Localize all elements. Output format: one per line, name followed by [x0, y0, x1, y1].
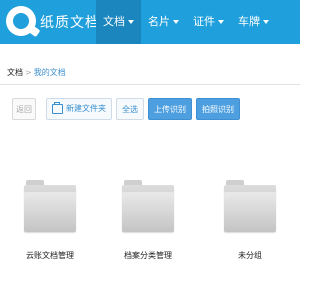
new-folder-button[interactable]: 新建文件夹	[46, 98, 112, 120]
nav-item-documents[interactable]: 文档	[96, 0, 141, 44]
toolbar: 返回 新建文件夹 全选 上传识别 拍照识别	[12, 97, 244, 121]
folder-label: 未分组	[238, 251, 262, 260]
chevron-down-icon	[173, 20, 179, 24]
chevron-down-icon	[128, 20, 134, 24]
main-nav: 文档 名片 证件 车牌	[96, 0, 276, 44]
folder-grid: 云账文档管理 档案分类管理 未分组	[0, 180, 300, 270]
folder-item[interactable]: 未分组	[222, 180, 278, 261]
folder-icon	[122, 180, 174, 232]
upload-recognize-button[interactable]: 上传识别	[148, 98, 192, 120]
nav-item-license-plates[interactable]: 车牌	[231, 0, 276, 44]
chevron-down-icon	[263, 20, 269, 24]
breadcrumb-current[interactable]: 我的文档	[34, 68, 66, 77]
nav-item-certificates[interactable]: 证件	[186, 0, 231, 44]
photo-recognize-button[interactable]: 拍照识别	[196, 98, 240, 120]
folder-icon	[24, 180, 76, 232]
folder-item[interactable]: 档案分类管理	[120, 180, 176, 261]
nav-label: 文档	[103, 15, 125, 28]
chevron-down-icon	[218, 20, 224, 24]
new-folder-label: 新建文件夹	[66, 104, 106, 113]
nav-label: 车牌	[238, 15, 260, 28]
folder-plus-icon	[52, 102, 63, 114]
back-button[interactable]: 返回	[12, 98, 36, 120]
nav-label: 证件	[193, 15, 215, 28]
top-navbar: 纸质文档管理 文档 名片 证件 车牌	[0, 0, 300, 44]
select-all-button[interactable]: 全选	[116, 98, 144, 120]
folder-item[interactable]: 云账文档管理	[22, 180, 78, 261]
breadcrumb-root[interactable]: 文档	[7, 68, 23, 77]
folder-label: 云账文档管理	[26, 251, 74, 260]
folder-icon	[224, 180, 276, 232]
nav-label: 名片	[148, 15, 170, 28]
breadcrumb: 文档 > 我的文档	[0, 62, 300, 85]
folder-label: 档案分类管理	[124, 251, 172, 260]
nav-item-business-cards[interactable]: 名片	[141, 0, 186, 44]
breadcrumb-separator: >	[25, 68, 32, 77]
logo-icon	[6, 6, 41, 38]
